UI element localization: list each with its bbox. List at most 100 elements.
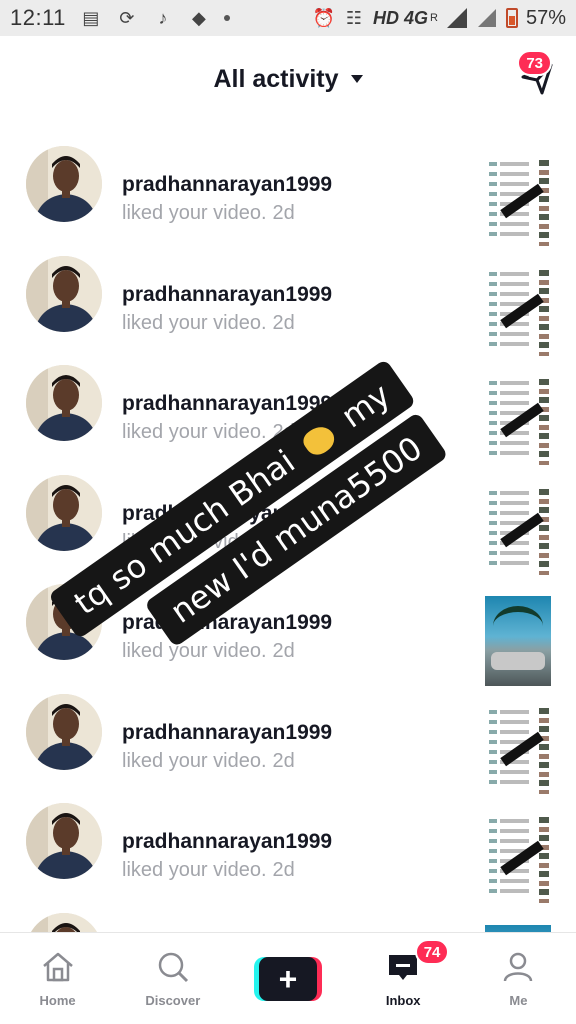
activity-row[interactable]: pradhannarayan1999 liked your video. 2d [0,580,576,686]
activity-list[interactable]: pradhannarayan1999 liked your video. 2d pra… [0,122,576,932]
video-thumbnail[interactable] [485,924,551,932]
video-thumbnail[interactable] [485,705,551,796]
activity-username[interactable]: pradhannarayan1999 [122,611,332,635]
alarm-icon: ⏰ [312,7,336,28]
avatar[interactable] [26,803,102,879]
thumb-text-line [489,291,529,296]
thumb-text-line [489,829,529,833]
activity-username[interactable]: pradhannarayan1999 [122,392,332,416]
thumb-text-line [489,222,529,226]
search-icon [158,952,188,983]
thumb-text-line [489,510,529,515]
video-thumbnail[interactable] [485,377,551,467]
activity-username[interactable]: pradhannarayan1999 [122,830,332,854]
activity-description: liked your video. 2d [122,312,295,335]
nav-home[interactable]: Home [0,933,115,1024]
network-label: HD 4G [373,7,429,28]
status-time: 12:11 [10,5,66,30]
thumb-text-line [489,451,529,455]
status-bar: 12:11 ▤ ⟳ ♪ ◆ ⏰ ☷ HD 4G R 57% [0,0,576,36]
thumb-text-line [489,162,529,166]
paytm-icon: ◆ [192,7,206,28]
activity-description: liked your video. 2d [122,421,295,444]
message-icon: ▤ [82,7,100,28]
activity-time: 2d [272,640,295,662]
avatar-photo [26,803,102,879]
thumb-text-line [489,889,529,893]
signal-icon [446,7,468,29]
plus-icon: + [259,957,317,1001]
avatar-photo [26,146,102,222]
nav-inbox-label: Inbox [385,993,421,1008]
activity-time: 2d [272,311,295,334]
activity-username[interactable]: pradhannarayan1999 [122,283,332,307]
page-title: All activity [213,64,339,93]
thumb-text-line [489,331,529,336]
battery-icon [505,8,518,28]
activity-row[interactable]: pradhannarayan1999 liked your video. 2d [0,142,576,248]
thumb-text-line [489,381,529,385]
thumb-text-line [489,709,529,714]
roaming-indicator: R [430,12,438,24]
activity-action: liked your video. [122,421,267,443]
activity-row[interactable]: pradhannarayan1999 liked your video. 2d [0,471,576,577]
avatar[interactable] [26,255,102,332]
avatar[interactable] [26,912,102,932]
avatar[interactable] [26,474,102,551]
thumb-side-strip [539,707,549,794]
activity-row[interactable]: pradhannarayan1999 [0,909,576,932]
activity-time: 2d [272,859,295,881]
nav-home-label: Home [39,993,76,1008]
avatar[interactable] [26,146,102,222]
avatar[interactable] [26,584,102,660]
activity-username[interactable]: pradhannarayan1999 [122,721,332,745]
thumb-text-line [489,391,529,395]
thumb-text-line [489,490,529,495]
activity-time: 2d [272,202,295,224]
activity-description: liked your video. 2d [122,640,295,663]
thumb-text-line [489,560,529,565]
activity-row[interactable]: pradhannarayan1999 liked your video. 2d [0,361,576,467]
thumb-text-line [489,441,529,445]
activity-action: liked your video. [122,859,267,881]
activity-time: 2d [272,530,295,553]
activity-row[interactable]: pradhannarayan1999 liked your video. 2d [0,799,576,905]
thumb-text-line [489,879,529,883]
activity-description: liked your video. 2d [122,750,295,773]
activity-time: 2d [272,421,295,443]
thumb-text-line [489,172,529,176]
nav-me[interactable]: Me [461,933,576,1024]
video-thumbnail[interactable] [485,486,551,577]
nav-inbox[interactable]: 74 Inbox [346,933,461,1024]
activity-username[interactable]: pradhannarayan1999 [122,173,332,197]
thumb-side-strip [539,488,549,575]
video-thumbnail[interactable] [485,267,551,358]
avatar-photo [26,474,102,551]
video-thumbnail[interactable] [485,815,551,905]
nav-create[interactable]: + [230,933,345,1024]
activity-description: liked your video. 2d [122,531,295,554]
activity-action: liked your video. [122,530,267,553]
activity-row[interactable]: pradhannarayan1999 liked your video. 2d [0,252,576,358]
video-thumbnail[interactable] [485,158,551,248]
avatar[interactable] [26,693,102,770]
status-left: 12:11 ▤ ⟳ ♪ ◆ [10,5,230,31]
video-thumbnail[interactable] [485,596,551,686]
thumb-text-line [489,550,529,555]
nav-discover-label: Discover [145,993,201,1008]
avatar-photo [26,912,102,932]
avatar[interactable] [26,365,102,441]
thumb-text-line [489,779,529,784]
caret-down-icon [350,75,363,83]
activity-row[interactable]: pradhannarayan1999 liked your video. 2d [0,690,576,796]
inbox-count-badge: 74 [414,939,450,965]
activity-action: liked your video. [122,202,267,224]
dm-count-badge: 73 [517,50,552,76]
thumb-text-line [489,769,529,774]
activity-username[interactable]: pradhannarayan1999 [122,502,332,526]
signal-icon-2 [476,7,498,29]
create-button[interactable]: + [254,957,322,1001]
activity-filter-dropdown[interactable]: All activity [213,64,363,94]
activity-action: liked your video. [122,640,267,662]
nav-discover[interactable]: Discover [115,933,230,1024]
